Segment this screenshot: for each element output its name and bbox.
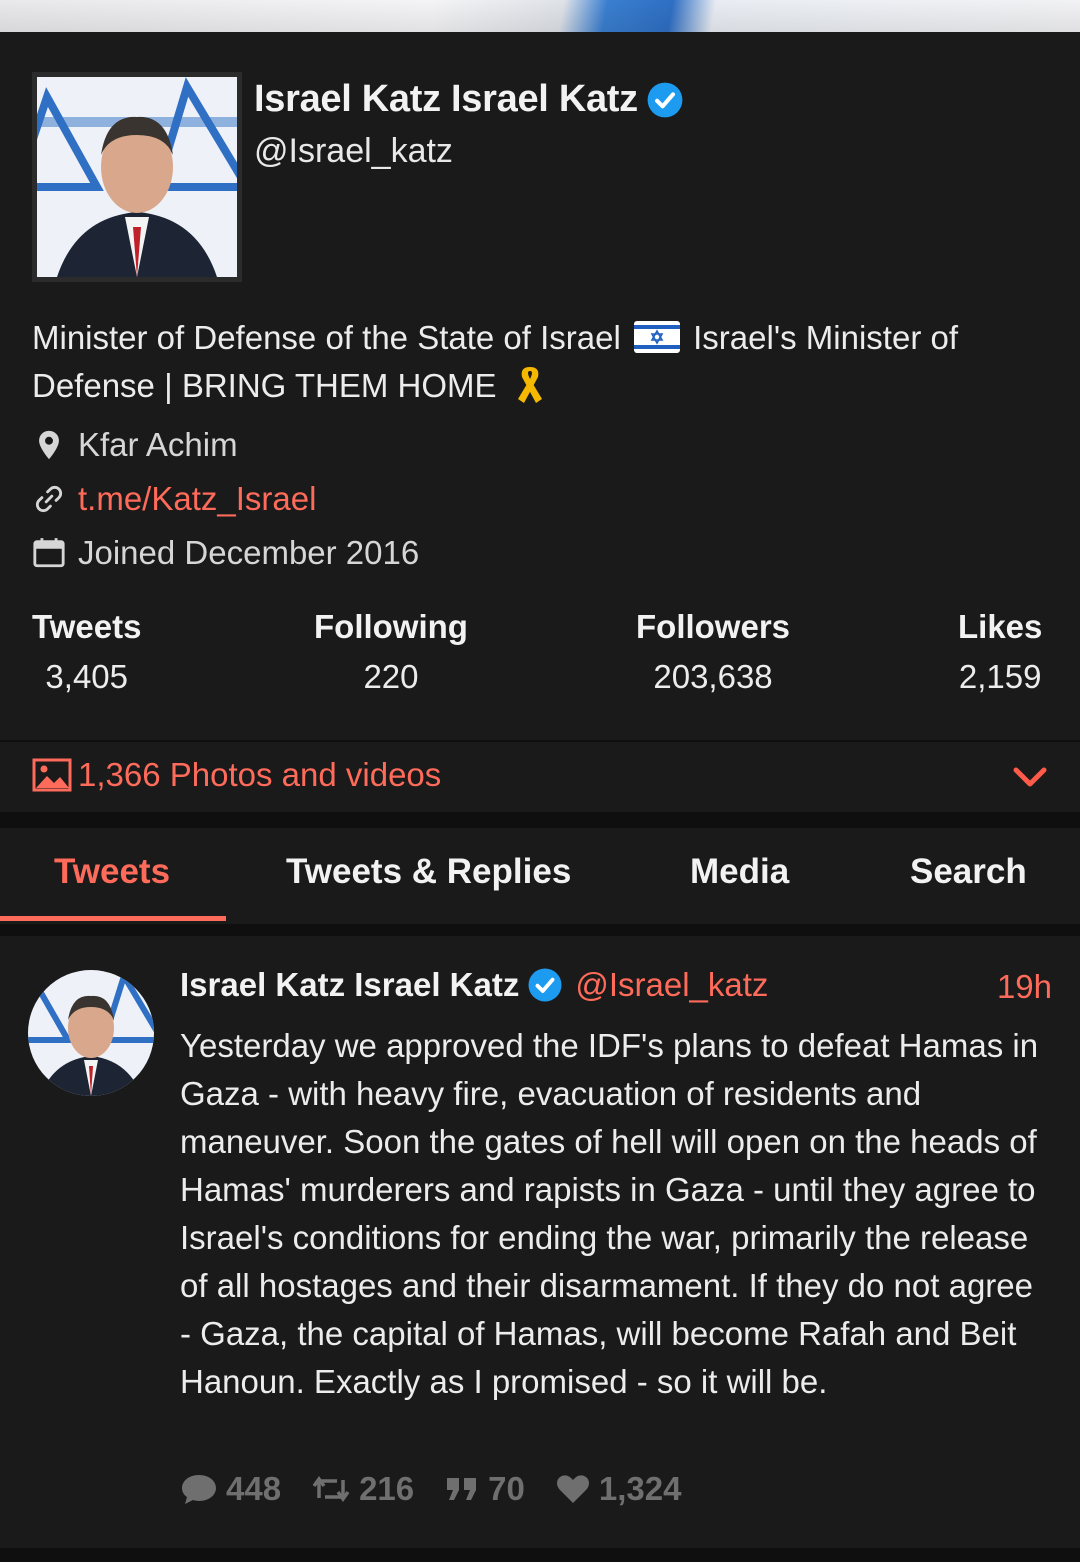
israel-flag-icon (633, 321, 680, 353)
profile-display-name: Israel Katz Israel Katz (254, 78, 638, 120)
active-tab-indicator (0, 916, 226, 921)
tab-tweets-replies[interactable]: Tweets & Replies (286, 852, 571, 892)
list-divider (0, 1548, 1080, 1562)
chevron-down-icon[interactable] (1010, 760, 1050, 794)
tweet-author-name[interactable]: Israel Katz Israel Katz (180, 966, 519, 1004)
joined-text: Joined December 2016 (78, 534, 420, 571)
reply-count: 448 (226, 1470, 282, 1507)
like-button[interactable]: 1,324 (555, 1470, 682, 1508)
profile-avatar[interactable] (32, 72, 242, 282)
profile-website[interactable]: t.me/Katz_Israel (32, 480, 316, 518)
stat-tweets[interactable]: Tweets 3,405 (32, 608, 141, 696)
stat-label: Followers (636, 608, 791, 645)
profile-card: Israel Katz Israel Katz @Israel_katz Min… (0, 32, 1080, 740)
website-link[interactable]: t.me/Katz_Israel (78, 480, 316, 518)
tab-media[interactable]: Media (690, 852, 789, 892)
stat-label: Tweets (32, 608, 142, 645)
verified-badge-icon (528, 968, 562, 1002)
profile-banner[interactable] (0, 0, 1080, 32)
image-icon (32, 758, 72, 792)
tweet-actions: 448 216 70 1,324 (180, 1470, 711, 1508)
stat-likes[interactable]: Likes 2,159 (958, 608, 1042, 696)
stat-value: 220 (363, 658, 419, 695)
tweet-text: Yesterday we approved the IDF's plans to… (180, 1027, 1039, 1400)
photos-videos-bar[interactable]: 1,366 Photos and videos (0, 742, 1080, 812)
stat-following[interactable]: Following 220 (314, 608, 468, 696)
calendar-icon (33, 538, 65, 568)
retweet-icon (312, 1475, 350, 1503)
profile-stats: Tweets 3,405 Following 220 Followers 203… (0, 608, 1080, 698)
stat-label: Likes (958, 608, 1043, 645)
profile-name-row: Israel Katz Israel Katz (254, 78, 684, 121)
tweet-author-handle[interactable]: @Israel_katz (575, 966, 768, 1004)
location-text: Kfar Achim (78, 426, 238, 463)
quote-icon (447, 1478, 477, 1500)
retweet-button[interactable]: 216 (311, 1470, 414, 1508)
yellow-ribbon-icon (517, 367, 542, 403)
profile-joined: Joined December 2016 (32, 534, 419, 572)
location-pin-icon (39, 430, 59, 460)
tweet-avatar[interactable] (28, 970, 154, 1096)
tab-tweets[interactable]: Tweets (54, 852, 170, 892)
quote-count: 70 (488, 1470, 525, 1507)
like-count: 1,324 (598, 1470, 682, 1507)
quote-button[interactable]: 70 (444, 1470, 525, 1508)
profile-handle: @Israel_katz (254, 132, 453, 170)
heart-icon (556, 1475, 589, 1503)
retweet-count: 216 (359, 1470, 415, 1507)
stat-followers[interactable]: Followers 203,638 (636, 608, 790, 696)
bio-text-1: Minister of Defense of the State of Isra… (32, 319, 621, 356)
profile-tabs: Tweets Tweets & Replies Media Search (0, 828, 1080, 924)
tweet-item[interactable]: Israel Katz Israel Katz @Israel_katz 19h… (0, 936, 1080, 1548)
comment-icon (182, 1475, 216, 1504)
profile-bio: Minister of Defense of the State of Isra… (32, 314, 1042, 410)
stat-value: 203,638 (653, 658, 773, 695)
verified-badge-icon (647, 82, 683, 117)
photos-videos-label: 1,366 Photos and videos (78, 756, 442, 793)
profile-location: Kfar Achim (32, 426, 238, 464)
tab-search[interactable]: Search (910, 852, 1027, 892)
reply-button[interactable]: 448 (180, 1470, 281, 1508)
link-icon (35, 485, 63, 513)
tweet-header: Israel Katz Israel Katz @Israel_katz (180, 966, 1060, 1004)
tweet-timestamp[interactable]: 19h (997, 968, 1052, 1006)
stat-label: Following (314, 608, 468, 645)
stat-value: 3,405 (45, 658, 129, 695)
stat-value: 2,159 (958, 658, 1042, 695)
